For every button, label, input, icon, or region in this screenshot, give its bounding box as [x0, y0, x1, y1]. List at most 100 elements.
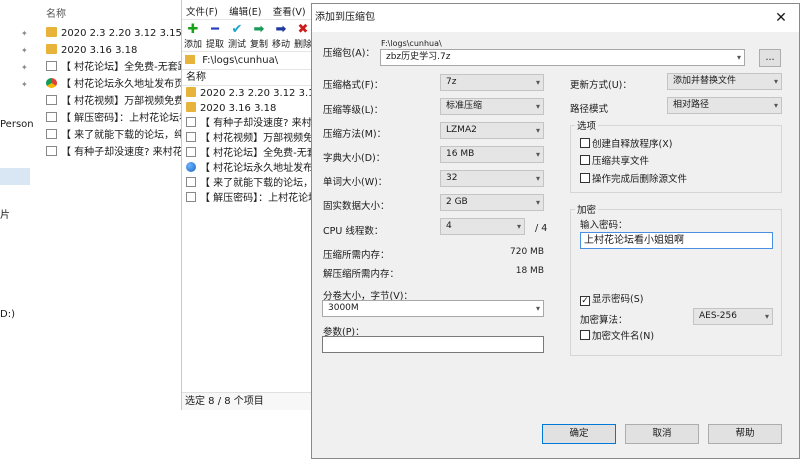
- chevron-down-icon: ▾: [535, 304, 540, 313]
- level-select[interactable]: 标准压缩 ▾: [440, 98, 544, 115]
- folder-icon: [46, 44, 57, 54]
- file-row[interactable]: 2020 2.3 2.20 3.12 3.15 3.16: [182, 86, 311, 101]
- file-row-label: 【 村花论坛】全免费-无套路-更: [200, 148, 311, 159]
- file-row[interactable]: 【 村花论坛】全免费-无套路-更: [182, 146, 311, 161]
- menu-file[interactable]: 文件(F): [182, 0, 222, 18]
- column-header-name[interactable]: 名称: [182, 70, 311, 86]
- chevron-down-icon: ▾: [764, 312, 769, 321]
- options-group-title: 选项: [575, 118, 599, 132]
- archive-dir: F:\logs\cunhua\: [381, 39, 442, 48]
- word-select[interactable]: 32 ▾: [440, 170, 544, 187]
- checkbox-box[interactable]: [580, 138, 590, 148]
- shared-files-label: 压缩共享文件: [592, 156, 650, 167]
- chevron-down-icon: ▾: [773, 77, 778, 86]
- close-icon[interactable]: ✕: [767, 4, 795, 32]
- file-row[interactable]: 【 解压密码】：上村花论坛看小: [182, 191, 311, 206]
- file-row[interactable]: 【 村花论坛永久地址发布页】: [182, 161, 311, 176]
- show-password-checkbox[interactable]: ✓ 显示密码(S): [580, 294, 643, 306]
- document-icon: [46, 95, 57, 105]
- solid-select[interactable]: 2 GB ▾: [440, 194, 544, 211]
- nav-item-person[interactable]: Person: [0, 119, 34, 130]
- toolbar-button-label: 复制: [249, 40, 268, 50]
- update-select[interactable]: 添加并替换文件 ▾: [667, 73, 782, 90]
- file-row-label: 2020 2.3 2.20 3.12 3.15 3.16: [200, 88, 311, 99]
- mem-compress-value: 720 MB: [510, 247, 544, 257]
- dict-label: 字典大小(D)：: [323, 153, 386, 164]
- nav-item-pictures[interactable]: 片: [0, 206, 10, 221]
- delete-after-label: 操作完成后删除源文件: [592, 174, 688, 185]
- file-row[interactable]: 【 村花视频】万部视频免费在线: [182, 131, 311, 146]
- menu-edit[interactable]: 编辑(E): [225, 0, 265, 18]
- explorer-window: 名称 Person 片 D:) ✦ ✦ ✦ ✦ 2020 2.3 2.20 3.…: [0, 0, 207, 459]
- toolbar-button-5[interactable]: ✖ 删除: [292, 20, 311, 50]
- mem-decompress-value: 18 MB: [515, 266, 544, 276]
- threads-label: CPU 线程数：: [323, 226, 384, 237]
- cancel-button[interactable]: 取消: [625, 424, 699, 444]
- ok-button[interactable]: 确定: [542, 424, 616, 444]
- password-label: 输入密码：: [580, 220, 628, 231]
- file-row-label: 【 村花论坛永久地址发布页】: [200, 163, 311, 174]
- file-row[interactable]: 【 来了就能下载的论坛，纯免费: [182, 176, 311, 191]
- method-select[interactable]: LZMA2 ▾: [440, 122, 544, 139]
- list-item[interactable]: 【 有种子却没速度? 来村花论坛: [46, 145, 203, 161]
- menu-view[interactable]: 查看(V): [269, 0, 310, 18]
- toolbar-icon: ✔: [231, 22, 243, 37]
- mem-decompress-label: 解压缩所需内存：: [323, 269, 400, 280]
- dict-select[interactable]: 16 MB ▾: [440, 146, 544, 163]
- toolbar-button-4[interactable]: ➡ 移动: [270, 20, 292, 50]
- checkbox-box[interactable]: [580, 155, 590, 165]
- toolbar-icon: ━: [211, 22, 219, 37]
- toolbar-button-label: 删除: [293, 40, 311, 50]
- up-folder-icon[interactable]: [185, 55, 195, 64]
- file-row-label: 【 解压密码】：上村花论坛看小: [200, 193, 311, 204]
- create-sfx-checkbox[interactable]: 创建自释放程序(X): [580, 138, 672, 150]
- toolbar-button-0[interactable]: ✚ 添加: [182, 20, 204, 50]
- threads-select[interactable]: 4 ▾: [440, 218, 525, 235]
- explorer-column-name[interactable]: 名称: [46, 5, 66, 20]
- toolbar-button-2[interactable]: ✔ 测试: [226, 20, 248, 50]
- file-list: 2020 2.3 2.20 3.12 3.15 3.16 2020 3.16 3.…: [182, 86, 311, 206]
- folder-icon: [46, 27, 57, 37]
- browse-button[interactable]: ...: [759, 49, 781, 67]
- path-mode-value: 相对路径: [673, 100, 710, 110]
- list-item[interactable]: 【 村花论坛】全免费-无套路-更: [46, 60, 201, 76]
- toolbar-button-3[interactable]: ➡ 复制: [248, 20, 270, 50]
- password-input[interactable]: 上村花论坛看小姐姐啊: [580, 232, 773, 249]
- encrypt-names-checkbox[interactable]: 加密文件名(N): [580, 330, 654, 342]
- chevron-down-icon: ▾: [535, 150, 540, 159]
- archive-name-combo[interactable]: zbz历史学习.7z ▾: [380, 49, 745, 66]
- folder-icon: [186, 102, 196, 112]
- checkbox-box[interactable]: ✓: [580, 296, 590, 306]
- split-select[interactable]: 3000M ▾: [322, 300, 544, 317]
- list-item[interactable]: 【 村花论坛永久地址发布页】-: [46, 77, 198, 93]
- pin-icon: ✦: [21, 46, 28, 55]
- level-label: 压缩等级(L)：: [323, 105, 384, 116]
- toolbar-button-1[interactable]: ━ 提取: [204, 20, 226, 50]
- list-item[interactable]: 【 解压密码】：上村花论坛看小: [46, 111, 199, 127]
- checkbox-box[interactable]: [580, 330, 590, 340]
- 7zip-file-manager: 文件(F) 编辑(E) 查看(V) 书签 ✚添加━提取✔测试➡复制➡移动✖删除信…: [181, 0, 312, 410]
- document-icon: [186, 132, 196, 142]
- threads-total: / 4: [535, 223, 548, 234]
- format-select[interactable]: 7z ▾: [440, 74, 544, 91]
- delete-after-checkbox[interactable]: 操作完成后删除源文件: [580, 173, 687, 185]
- enc-method-select[interactable]: AES-256 ▾: [693, 308, 773, 325]
- address-bar[interactable]: F:\logs\cunhua\: [182, 52, 311, 70]
- chevron-down-icon: ▾: [516, 222, 521, 231]
- file-row-label: 【 村花视频】万部视频免费在线: [200, 133, 311, 144]
- help-button[interactable]: 帮助: [708, 424, 782, 444]
- dialog-titlebar[interactable]: 添加到压缩包 ✕: [312, 4, 799, 32]
- nav-item-drive-d[interactable]: D:): [0, 309, 15, 320]
- path-mode-select[interactable]: 相对路径 ▾: [667, 97, 782, 114]
- file-row[interactable]: 2020 3.16 3.18: [182, 101, 311, 116]
- add-to-archive-dialog: 添加到压缩包 ✕ 压缩包(A)： F:\logs\cunhua\ zbz历史学习…: [311, 3, 800, 459]
- file-row[interactable]: 【 有种子却没速度? 来村花论坛: [182, 116, 311, 131]
- method-value: LZMA2: [446, 125, 477, 135]
- list-item-label: 2020 3.16 3.18: [61, 45, 138, 56]
- nav-item-selected[interactable]: [0, 168, 30, 185]
- toolbar: ✚添加━提取✔测试➡复制➡移动✖删除信: [182, 20, 311, 52]
- list-item[interactable]: 2020 3.16 3.18: [46, 43, 137, 59]
- shared-files-checkbox[interactable]: 压缩共享文件: [580, 155, 649, 167]
- checkbox-box[interactable]: [580, 173, 590, 183]
- params-input[interactable]: [322, 336, 544, 353]
